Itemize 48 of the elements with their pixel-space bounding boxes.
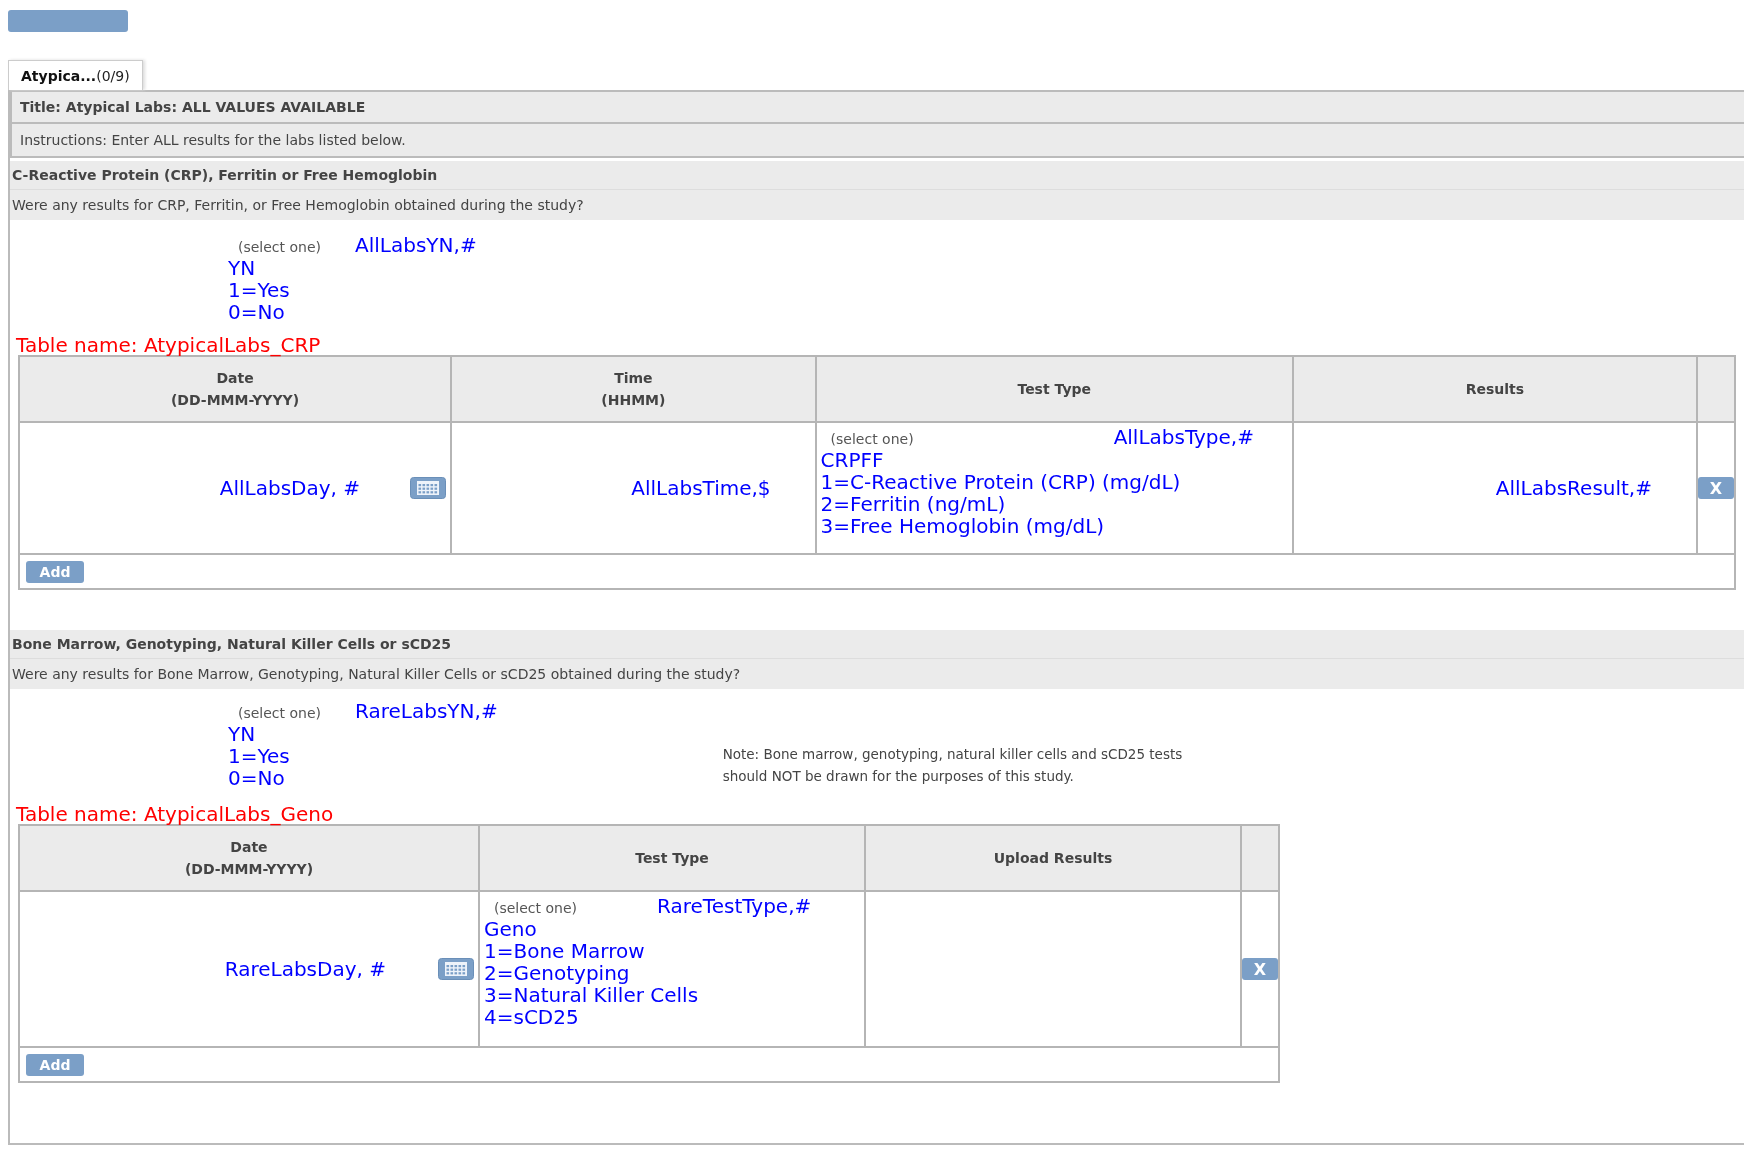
field-name: RareTestType,# xyxy=(657,894,812,918)
select-hint: (select one) xyxy=(830,431,914,447)
option-text: 2=Ferritin (ng/mL) xyxy=(820,493,1007,515)
field-name: AllLabsTime,$ xyxy=(631,476,771,500)
field-name: RareLabsYN,# xyxy=(355,699,498,723)
option-text: 4=sCD25 xyxy=(484,1006,580,1028)
option-text: Geno xyxy=(484,918,538,940)
column-header: Date (DD-MMM-YYYY) xyxy=(19,356,452,422)
option-text: 3=Natural Killer Cells xyxy=(484,984,700,1006)
option-text: 1=C-Reactive Protein (CRP) (mg/dL) xyxy=(820,471,1182,493)
column-header: Test Type xyxy=(479,825,865,891)
field-name: AllLabsYN,# xyxy=(355,233,477,257)
option-text: YN xyxy=(228,723,257,745)
option-text: 1=Bone Marrow xyxy=(484,940,646,962)
section-heading: C-Reactive Protein (CRP), Ferritin or Free Hemoglobin xyxy=(10,161,1744,189)
option-text: 3=Free Hemoglobin (mg/dL) xyxy=(820,515,1106,537)
column-header: Results xyxy=(1292,356,1697,422)
option-text: 1=Yes xyxy=(228,745,291,767)
option-text: 2=Genotyping xyxy=(484,962,631,984)
select-hint: (select one) xyxy=(238,705,322,721)
option-text: 0=No xyxy=(228,301,286,323)
field-name: RareLabsDay, # xyxy=(224,957,386,981)
section-question: Were any results for Bone Marrow, Genotyping, Natural Killer Cells or sCD25 obtained during the study? xyxy=(10,658,1744,689)
form-instructions: Instructions: Enter ALL results for the labs listed below. xyxy=(10,124,1744,158)
column-header: Time (HHMM) xyxy=(451,356,816,422)
option-text: YN xyxy=(228,257,257,279)
section-heading: Bone Marrow, Genotyping, Natural Killer Cells or sCD25 xyxy=(10,630,1744,658)
select-hint: (select one) xyxy=(494,900,578,916)
column-header: Test Type xyxy=(815,356,1293,422)
column-header: Date (DD-MMM-YYYY) xyxy=(19,825,479,891)
delete-button[interactable]: X xyxy=(1242,958,1278,980)
table-name: Table name: AtypicalLabs_Geno xyxy=(15,801,335,824)
form-title: Title: Atypical Labs: ALL VALUES AVAILABLE xyxy=(10,90,1744,124)
option-text: 0=No xyxy=(228,767,286,789)
note-text: Note: Bone marrow, genotyping, natural killer cells and sCD25 tests should NOT be drawn for the purposes of this study. xyxy=(722,745,1184,786)
section-question: Were any results for CRP, Ferritin, or Free Hemoglobin obtained during the study? xyxy=(10,189,1744,220)
field-name: AllLabsType,# xyxy=(1113,425,1254,449)
column-header: Upload Results xyxy=(865,825,1241,891)
select-hint: (select one) xyxy=(238,239,322,255)
delete-button[interactable]: X xyxy=(1698,477,1734,499)
field-name: AllLabsDay, # xyxy=(219,476,361,500)
add-button[interactable]: Add xyxy=(26,1053,84,1076)
add-button[interactable]: Add xyxy=(26,560,84,583)
tab[interactable]: Atypica...(0/9) xyxy=(8,60,143,90)
option-text: 1=Yes xyxy=(228,279,291,301)
table-name: Table name: AtypicalLabs_CRP xyxy=(15,332,322,355)
field-name: AllLabsResult,# xyxy=(1495,476,1652,500)
option-text: CRPFF xyxy=(820,449,885,471)
